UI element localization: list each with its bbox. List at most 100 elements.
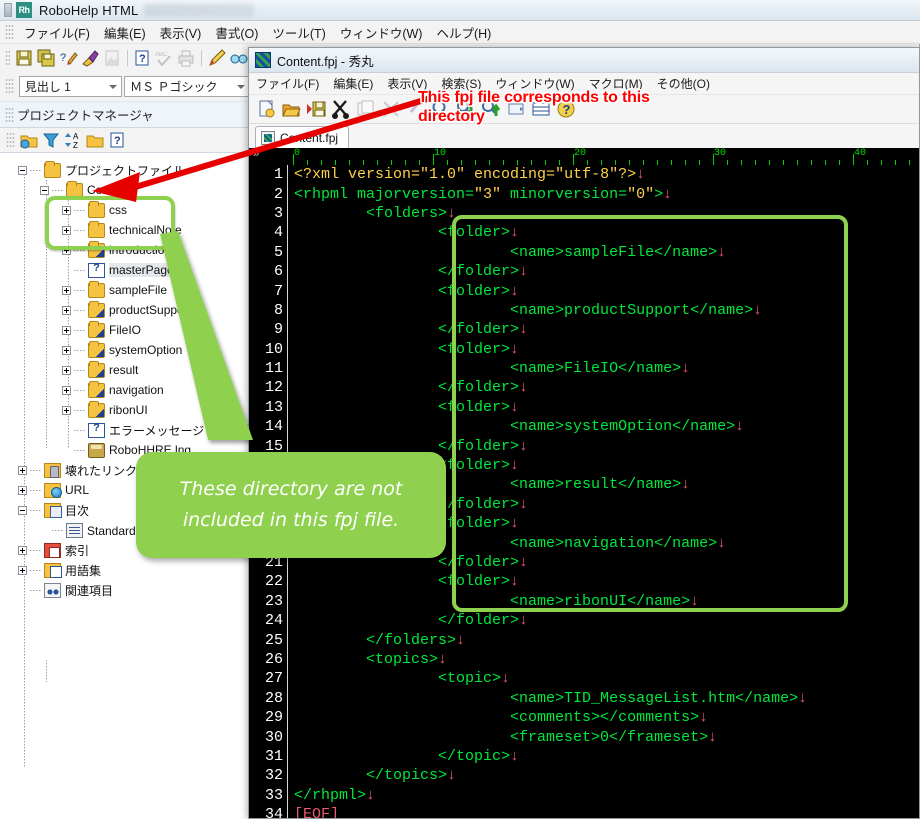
ruler-ticks: 0 10 20 30 40 xyxy=(293,148,919,165)
menu-view[interactable]: 表示(V) xyxy=(153,21,209,44)
expander-plus-icon[interactable] xyxy=(18,485,27,495)
eol-marker-icon: ↓ xyxy=(798,689,808,707)
svg-text:?: ? xyxy=(114,135,121,147)
toc-folder-icon xyxy=(44,502,62,518)
save-all-icon[interactable] xyxy=(36,48,56,68)
panel-grip[interactable] xyxy=(5,106,14,123)
tree-item-related-topics[interactable]: 関連項目 xyxy=(0,580,250,600)
code-line[interactable]: 1 <?xml version="1.0" encoding="utf-8"?>↓ xyxy=(249,165,919,185)
menu-file[interactable]: ファイル(F) xyxy=(17,21,97,44)
tree-item-samplefile[interactable]: sampleFile xyxy=(0,280,250,300)
code-line[interactable]: 25 </folders>↓ xyxy=(249,630,919,650)
expander-none xyxy=(18,586,27,595)
panel-toolbar-grip[interactable] xyxy=(6,132,15,148)
lng-file-icon xyxy=(88,442,105,458)
tree-item-systemoption[interactable]: systemOption xyxy=(0,340,250,360)
tree-item-result[interactable]: result xyxy=(0,360,250,380)
eol-marker-icon: ↓ xyxy=(438,650,448,668)
eol-marker-icon: ↓ xyxy=(501,670,511,688)
menu-window[interactable]: ウィンドウ(W) xyxy=(333,21,430,44)
expander-minus-icon-content[interactable] xyxy=(40,185,49,195)
expander-plus-icon[interactable] xyxy=(62,385,71,395)
tree-item-project-files[interactable]: プロジェクトファイル xyxy=(0,160,250,180)
tree-item-glossary[interactable]: 用語集 xyxy=(0,560,250,580)
highlight-icon[interactable] xyxy=(80,48,100,68)
expander-minus-icon[interactable] xyxy=(18,165,27,175)
menu-edit[interactable]: 編集(E) xyxy=(97,21,153,44)
spell-check-icon[interactable]: ? xyxy=(58,48,78,68)
paragraph-style-combo[interactable]: 見出し 1 xyxy=(18,75,123,97)
editor-titlebar: Content.fpj - 秀丸 xyxy=(249,48,919,73)
cut-icon[interactable] xyxy=(330,98,352,120)
code-line[interactable]: 29 <comments></comments>↓ xyxy=(249,707,919,728)
eol-marker-icon: ↓ xyxy=(699,709,709,727)
tree-item-productsupport[interactable]: productSupport xyxy=(0,300,250,320)
menubar-grip[interactable] xyxy=(5,24,14,40)
index-icon xyxy=(44,542,61,558)
expander-none xyxy=(62,426,71,435)
url-folder-icon xyxy=(44,482,62,498)
line-number: 6 xyxy=(273,263,283,281)
expander-plus-icon[interactable] xyxy=(62,345,71,355)
red-note-annotation: This fpj file corresponds to this direct… xyxy=(418,88,708,126)
new-folder-icon[interactable] xyxy=(19,130,39,150)
code-line[interactable]: 28 <name>TID_MessageList.htm</name>↓ xyxy=(249,688,919,708)
font-family-combo[interactable]: ＭＳ Ｐゴシック xyxy=(124,75,250,97)
code-line[interactable]: 24 </folder>↓ xyxy=(249,610,919,631)
folder-half-icon xyxy=(88,380,105,398)
filter-icon[interactable] xyxy=(41,130,61,150)
save-icon[interactable] xyxy=(14,48,34,68)
chevron-down-icon xyxy=(109,84,118,89)
editor-menu-file[interactable]: ファイル(F) xyxy=(249,74,326,93)
topic-properties-icon[interactable]: ? xyxy=(132,48,152,68)
code-text: <folders>↓ xyxy=(366,204,457,222)
code-line[interactable]: 33 </rhpml>↓ xyxy=(249,785,919,805)
expander-plus-icon[interactable] xyxy=(62,365,71,375)
tree-item-fileio[interactable]: FileIO xyxy=(0,320,250,340)
menu-format[interactable]: 書式(O) xyxy=(208,21,265,44)
line-number: 32 xyxy=(264,767,283,785)
expander-plus-icon[interactable] xyxy=(62,285,71,295)
tree-connector xyxy=(30,549,42,551)
open-folder-icon[interactable] xyxy=(280,98,302,120)
help-icon[interactable]: ? xyxy=(107,130,127,150)
expander-plus-icon[interactable] xyxy=(62,305,71,315)
sort-az-icon[interactable]: AZ xyxy=(63,130,83,150)
save-icon[interactable] xyxy=(305,98,327,120)
tab-content-fpj[interactable]: Content.fpj xyxy=(255,126,350,148)
code-line[interactable]: 2 <rhpml majorversion="3" minorversion="0… xyxy=(249,184,919,204)
code-text: [EOF] xyxy=(294,806,340,818)
line-number: 8 xyxy=(273,301,283,319)
new-file-icon[interactable] xyxy=(255,98,277,120)
fpj-file-icon xyxy=(261,130,275,145)
tree-item-masterpage[interactable]: masterPage xyxy=(0,260,250,280)
line-number: 10 xyxy=(264,340,283,358)
menu-tools[interactable]: ツール(T) xyxy=(265,21,332,44)
expander-plus-icon[interactable] xyxy=(62,325,71,335)
tree-item-ribonui[interactable]: ribonUI xyxy=(0,400,250,420)
expander-plus-icon[interactable] xyxy=(18,545,27,555)
folder-icon[interactable] xyxy=(85,130,105,150)
code-line[interactable]: 31 </topic>↓ xyxy=(249,746,919,767)
menu-help[interactable]: ヘルプ(H) xyxy=(429,21,498,44)
code-line[interactable]: 26 <topics>↓ xyxy=(249,649,919,670)
tree-item-error-message[interactable]: エラーメッセージと対処法 xyxy=(0,420,250,440)
code-line[interactable]: 32 </topics>↓ xyxy=(249,766,919,786)
code-line[interactable]: 30 <frameset>0</frameset>↓ xyxy=(249,727,919,747)
green-callout-line1: These directory are not xyxy=(179,478,403,500)
code-text: <name>TID_MessageList.htm</name>↓ xyxy=(510,689,808,707)
edit-pencil-icon[interactable] xyxy=(207,48,227,68)
code-line[interactable]: 27 <topic>↓ xyxy=(249,669,919,689)
expander-plus-icon[interactable] xyxy=(62,405,71,415)
window-system-icon[interactable] xyxy=(4,3,12,17)
tree-item-navigation[interactable]: navigation xyxy=(0,380,250,400)
toolbar-grip[interactable] xyxy=(5,49,10,66)
editor-menu-edit[interactable]: 編集(E) xyxy=(326,74,380,93)
code-line[interactable]: 34 [EOF] xyxy=(249,804,919,818)
link-view-icon[interactable] xyxy=(229,48,249,68)
format-toolbar-grip[interactable] xyxy=(5,78,14,94)
expander-plus-icon[interactable] xyxy=(18,565,27,575)
expander-minus-icon[interactable] xyxy=(18,505,27,515)
tree-label: 関連項目 xyxy=(65,583,114,598)
expander-plus-icon[interactable] xyxy=(18,465,27,475)
